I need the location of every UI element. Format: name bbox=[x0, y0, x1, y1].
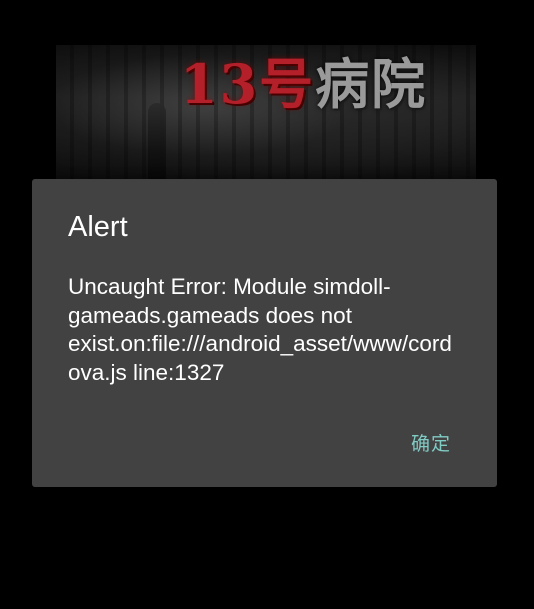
banner-title-number: 13号 bbox=[180, 52, 316, 116]
ok-button[interactable]: 确定 bbox=[409, 425, 453, 460]
app-screen: 13号病院 Alert Uncaught Error: Module simdo… bbox=[0, 0, 534, 609]
banner-title-word: 病院 bbox=[315, 52, 428, 116]
alert-message: Uncaught Error: Module simdoll-gameads.g… bbox=[68, 274, 452, 385]
alert-title: Alert bbox=[68, 211, 128, 243]
banner-ghost-figure bbox=[148, 103, 166, 183]
alert-actions: 确定 bbox=[409, 425, 453, 460]
game-banner: 13号病院 bbox=[56, 45, 476, 195]
banner-game-title: 13号病院 bbox=[180, 57, 427, 111]
alert-dialog: Alert Uncaught Error: Module simdoll-gam… bbox=[32, 179, 497, 487]
